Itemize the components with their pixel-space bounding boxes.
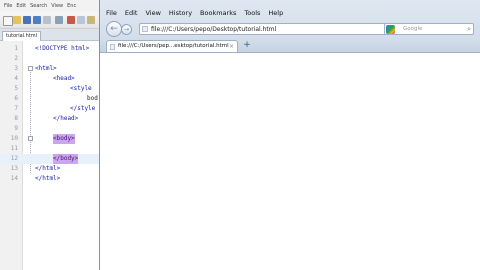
code-text: </style (70, 105, 96, 112)
code-text: bod (87, 95, 98, 102)
code-line[interactable]: 9 (0, 124, 101, 134)
save-all-icon[interactable] (33, 16, 41, 24)
code-line[interactable]: 2 (0, 54, 101, 64)
browser-window: File Edit View History Bookmarks Tools Help ← … (99, 0, 480, 270)
browser-menu-view[interactable]: View (145, 9, 160, 17)
line-number: 1 (14, 45, 18, 52)
search-icon[interactable]: ⌕ (467, 24, 471, 35)
editor-tab-strip: tutorial.html (0, 29, 101, 41)
browser-menu-file[interactable]: File (106, 9, 117, 17)
browser-tab-strip: file:///C:/Users/pep...esktop/tutorial.h… (100, 39, 480, 53)
browser-menubar: File Edit View History Bookmarks Tools Help (106, 9, 291, 19)
fold-toggle-icon[interactable] (28, 66, 33, 71)
code-text: <html> (35, 65, 57, 72)
code-line[interactable]: 14 </html> (0, 174, 101, 184)
browser-tab-active[interactable]: file:///C:/Users/pep...esktop/tutorial.h… (106, 40, 238, 52)
browser-menu-edit[interactable]: Edit (125, 9, 138, 17)
forward-arrow-icon: → (123, 26, 130, 33)
line-number: 14 (10, 175, 18, 182)
fold-toggle-icon[interactable] (28, 136, 33, 141)
line-number: 6 (14, 95, 18, 102)
editor-menu-search[interactable]: Search (30, 3, 47, 9)
editor-menubar: File Edit Search View Enc (0, 3, 101, 11)
page-favicon-icon (142, 26, 148, 32)
new-tab-button[interactable]: + (242, 40, 252, 51)
browser-menu-history[interactable]: History (169, 9, 192, 17)
line-number: 11 (10, 145, 18, 152)
google-search-engine-icon[interactable] (386, 25, 395, 34)
open-folder-icon[interactable] (13, 16, 21, 24)
browser-chrome: File Edit View History Bookmarks Tools Help ← … (100, 0, 480, 53)
address-bar-url: file:///C:/Users/pepo/Desktop/tutorial.h… (151, 26, 277, 33)
code-editor-window: File Edit Search View Enc tutorial.html 1 <!… (0, 0, 101, 270)
code-text: </html> (35, 165, 61, 172)
code-text: </head> (53, 115, 79, 122)
line-number: 3 (14, 65, 18, 72)
line-number: 4 (14, 75, 18, 82)
line-number: 13 (10, 165, 18, 172)
code-text: <head> (53, 75, 75, 82)
save-icon[interactable] (23, 16, 31, 24)
code-text-highlighted: <body> (53, 134, 75, 144)
code-line[interactable]: 7 </style (0, 104, 101, 114)
new-file-icon[interactable] (3, 16, 13, 26)
forward-button[interactable]: → (121, 24, 132, 35)
line-number: 9 (14, 125, 18, 132)
line-number: 10 (10, 135, 18, 142)
code-text: </html> (35, 175, 61, 182)
editor-toolbar (0, 12, 101, 29)
editor-menu-edit[interactable]: Edit (16, 3, 26, 9)
code-line[interactable]: 1 <!DOCTYPE html> (0, 44, 101, 54)
copy-icon[interactable] (77, 16, 85, 24)
search-bar[interactable]: Google ⌕ (384, 23, 474, 35)
code-line[interactable]: 6 bod (0, 94, 101, 104)
paste-icon[interactable] (87, 16, 95, 24)
code-line[interactable]: 5 <style (0, 84, 101, 94)
code-line[interactable]: 13 </html> (0, 164, 101, 174)
code-line[interactable]: 10 <body> (0, 134, 101, 144)
code-line-current[interactable]: 12 </body> (0, 154, 101, 164)
code-text: <!DOCTYPE html> (35, 45, 90, 52)
print-icon[interactable] (55, 16, 63, 24)
code-line[interactable]: 11 (0, 144, 101, 154)
code-line[interactable]: 8 </head> (0, 114, 101, 124)
code-line[interactable]: 4 <head> (0, 74, 101, 84)
browser-menu-help[interactable]: Help (268, 9, 283, 17)
line-number: 5 (14, 85, 18, 92)
search-placeholder: Google (403, 26, 423, 32)
tab-page-icon (110, 44, 115, 50)
editor-menu-file[interactable]: File (4, 3, 12, 9)
code-text-highlighted: </body> (53, 154, 79, 164)
browser-menu-bookmarks[interactable]: Bookmarks (200, 9, 236, 17)
code-area[interactable]: 1 <!DOCTYPE html> 2 3 <html> 4 <head> 5 … (0, 41, 101, 270)
code-text: <style (70, 85, 92, 92)
line-number: 7 (14, 105, 18, 112)
line-number: 12 (10, 155, 18, 162)
page-viewport[interactable] (100, 53, 480, 270)
editor-tab-tutorial[interactable]: tutorial.html (2, 31, 42, 41)
navigation-toolbar: ← → file:///C:/Users/pepo/Desktop/tutori… (100, 19, 480, 39)
line-number: 2 (14, 55, 18, 62)
tab-close-icon[interactable]: × (229, 41, 234, 52)
editor-menu-view[interactable]: View (51, 3, 63, 9)
code-line[interactable]: 3 <html> (0, 64, 101, 74)
back-arrow-icon: ← (110, 24, 118, 34)
cut-icon[interactable] (67, 16, 75, 24)
editor-menu-encoding[interactable]: Enc (67, 3, 76, 9)
close-file-icon[interactable] (43, 16, 51, 24)
line-number: 8 (14, 115, 18, 122)
browser-tab-title: file:///C:/Users/pep...esktop/tutorial.h… (118, 43, 229, 49)
back-button[interactable]: ← (106, 21, 122, 37)
browser-menu-tools[interactable]: Tools (244, 9, 260, 17)
